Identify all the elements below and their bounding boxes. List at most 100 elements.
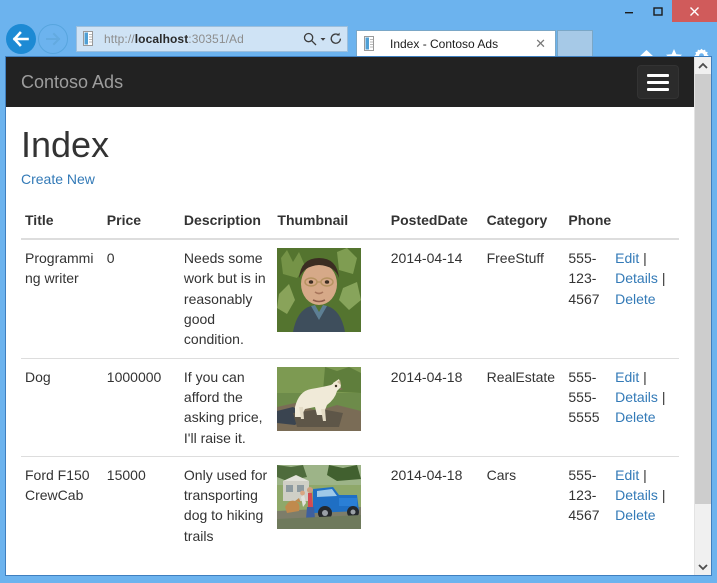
- cell-posteddate: 2014-04-14: [390, 250, 463, 267]
- edit-link[interactable]: Edit: [615, 467, 639, 483]
- scrollbar-thumb[interactable]: [695, 74, 711, 504]
- column-header-description: Description: [179, 202, 274, 241]
- scroll-down-button[interactable]: [695, 558, 711, 575]
- search-icon[interactable]: [303, 32, 317, 46]
- minimize-icon: [624, 12, 633, 14]
- cell-thumbnail: [273, 455, 387, 555]
- action-separator: |: [661, 388, 666, 405]
- cell-title: Dog: [21, 357, 103, 457]
- column-header-actions: [611, 202, 679, 241]
- edit-link[interactable]: Edit: [615, 250, 639, 266]
- title-bar: [0, 0, 717, 22]
- url-suffix: :30351/Ad: [188, 32, 244, 46]
- url-host: localhost: [134, 32, 189, 46]
- cell-description: Needs some work but is in reasonably goo…: [183, 250, 266, 348]
- delete-link[interactable]: Delete: [615, 291, 655, 307]
- tab-index-contoso-ads[interactable]: Index - Contoso Ads ✕: [356, 30, 556, 56]
- portrait-man-photo: [277, 248, 362, 333]
- delete-link[interactable]: Delete: [615, 409, 655, 425]
- navbar-brand[interactable]: Contoso Ads: [21, 72, 123, 92]
- window-controls: [614, 0, 717, 22]
- page-viewport: Contoso Ads Index Create New Title Price…: [5, 56, 712, 576]
- page-content: Index Create New Title Price Description…: [6, 125, 694, 555]
- table-row: Dog 1000000 If you can afford the asking…: [21, 357, 679, 457]
- tab-title: Index - Contoso Ads: [390, 36, 499, 51]
- hamburger-bar-icon: [647, 87, 669, 91]
- hamburger-bar-icon: [647, 80, 669, 84]
- white-dog-photo: [277, 366, 362, 431]
- table-row: Programming writer 0 Needs some work but…: [21, 239, 679, 358]
- cell-description: Only used for transporting dog to hiking…: [179, 455, 274, 555]
- cell-posteddate: 2014-04-18: [386, 455, 483, 555]
- cell-phone: 555-123-4567: [564, 455, 612, 555]
- maximize-icon: [652, 7, 663, 16]
- delete-link[interactable]: Delete: [615, 507, 655, 523]
- table-body: Programming writer 0 Needs some work but…: [21, 239, 679, 555]
- browser-window: http://localhost:30351/Ad Index - Contos…: [0, 0, 717, 583]
- action-separator: |: [643, 466, 647, 483]
- action-separator: |: [643, 250, 647, 267]
- cell-category: FreeStuff: [486, 250, 544, 267]
- tab-page-icon: [364, 35, 374, 51]
- minimize-button[interactable]: [614, 0, 643, 22]
- close-icon: [690, 6, 699, 16]
- cell-description: If you can afford the asking price, I'll…: [179, 357, 274, 457]
- tab-strip: Index - Contoso Ads ✕: [356, 26, 593, 56]
- cell-title: Ford F150 CrewCab: [21, 455, 103, 555]
- page-scrollbar[interactable]: [694, 57, 711, 575]
- scroll-up-button[interactable]: [695, 57, 711, 74]
- address-bar-icons: [303, 32, 343, 46]
- chevron-up-icon: [698, 62, 708, 69]
- site-navbar: Contoso Ads: [6, 57, 694, 107]
- new-tab-button[interactable]: [557, 30, 593, 56]
- navigation-bar: http://localhost:30351/Ad Index - Contos…: [0, 22, 717, 64]
- navbar-toggle-button[interactable]: [637, 65, 679, 99]
- cell-price: 15000: [102, 455, 180, 555]
- cell-category: RealEstate: [482, 357, 565, 457]
- details-link[interactable]: Details: [615, 389, 658, 405]
- url-text: http://localhost:30351/Ad: [104, 32, 303, 46]
- edit-link[interactable]: Edit: [615, 369, 639, 385]
- table-row: Ford F150 CrewCab 15000 Only used for tr…: [21, 455, 679, 555]
- column-header-category: Category: [482, 202, 565, 241]
- action-separator: |: [643, 368, 647, 385]
- cell-price: 1000000: [102, 357, 180, 457]
- table-header: Title Price Description Thumbnail Posted…: [21, 202, 679, 241]
- column-header-phone: Phone: [564, 202, 611, 241]
- cell-actions: Edit | Details | Delete: [611, 455, 679, 555]
- hamburger-bar-icon: [647, 73, 669, 77]
- cell-title: Programming writer: [25, 250, 94, 287]
- forward-button[interactable]: [38, 24, 68, 54]
- address-bar[interactable]: http://localhost:30351/Ad: [76, 26, 348, 52]
- chevron-down-icon[interactable]: [319, 32, 327, 46]
- forward-arrow-icon: [46, 32, 61, 46]
- back-button[interactable]: [6, 24, 36, 54]
- page-document-icon: [83, 31, 93, 46]
- web-page: Contoso Ads Index Create New Title Price…: [6, 57, 694, 575]
- url-prefix: http://: [104, 32, 135, 46]
- cell-posteddate: 2014-04-18: [386, 357, 483, 457]
- action-separator: |: [661, 487, 666, 504]
- cell-phone: 555-555-5555: [564, 357, 612, 457]
- close-button[interactable]: [672, 0, 717, 22]
- ads-table: Title Price Description Thumbnail Posted…: [21, 202, 679, 555]
- cell-category: Cars: [482, 455, 565, 555]
- table-header-row: Title Price Description Thumbnail Posted…: [21, 202, 679, 241]
- column-header-title: Title: [21, 202, 103, 241]
- refresh-icon[interactable]: [329, 32, 343, 46]
- tab-close-icon[interactable]: ✕: [531, 37, 550, 50]
- cell-actions: Edit | Details | Delete: [611, 357, 679, 457]
- details-link[interactable]: Details: [615, 487, 658, 503]
- cell-actions: Edit | Details | Delete: [611, 239, 679, 358]
- create-new-link[interactable]: Create New: [21, 171, 95, 187]
- column-header-thumbnail: Thumbnail: [273, 202, 387, 241]
- chevron-down-icon: [698, 563, 708, 570]
- details-link[interactable]: Details: [615, 270, 658, 286]
- maximize-button[interactable]: [643, 0, 672, 22]
- cell-phone: 555-123-4567: [568, 250, 600, 307]
- action-separator: |: [661, 270, 666, 287]
- blue-truck-photo: [277, 464, 362, 529]
- column-header-posteddate: PostedDate: [386, 202, 483, 241]
- column-header-price: Price: [102, 202, 180, 241]
- back-arrow-icon: [12, 31, 29, 47]
